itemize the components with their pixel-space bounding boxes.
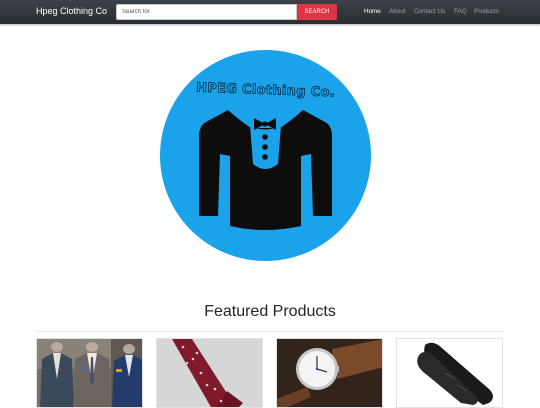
- product-card-watch[interactable]: [276, 338, 383, 408]
- search-button[interactable]: SEARCH: [297, 4, 337, 20]
- product-card-gloves[interactable]: [396, 338, 503, 408]
- nav-link-contact-us[interactable]: Contact Us: [414, 8, 445, 15]
- section-divider: [36, 331, 504, 332]
- hero-logo: HPEG Clothing Co.: [160, 50, 371, 261]
- nav-link-products[interactable]: Products: [474, 8, 499, 15]
- gloves-image: [397, 339, 502, 407]
- product-card-suits[interactable]: [36, 338, 143, 408]
- featured-products-title: Featured Products: [204, 303, 336, 320]
- tie-image: [157, 339, 262, 407]
- product-card-tie[interactable]: [156, 338, 263, 408]
- nav-link-faq[interactable]: FAQ: [454, 8, 467, 15]
- nav-link-about[interactable]: About: [389, 8, 405, 15]
- top-navbar: Hpeg Clothing Co SEARCH Home About Conta…: [0, 0, 540, 24]
- brand-link[interactable]: Hpeg Clothing Co: [36, 6, 107, 16]
- search-input[interactable]: [116, 4, 297, 20]
- suits-image: [37, 339, 142, 407]
- watch-image: [277, 339, 382, 407]
- nav-link-home[interactable]: Home: [364, 8, 381, 15]
